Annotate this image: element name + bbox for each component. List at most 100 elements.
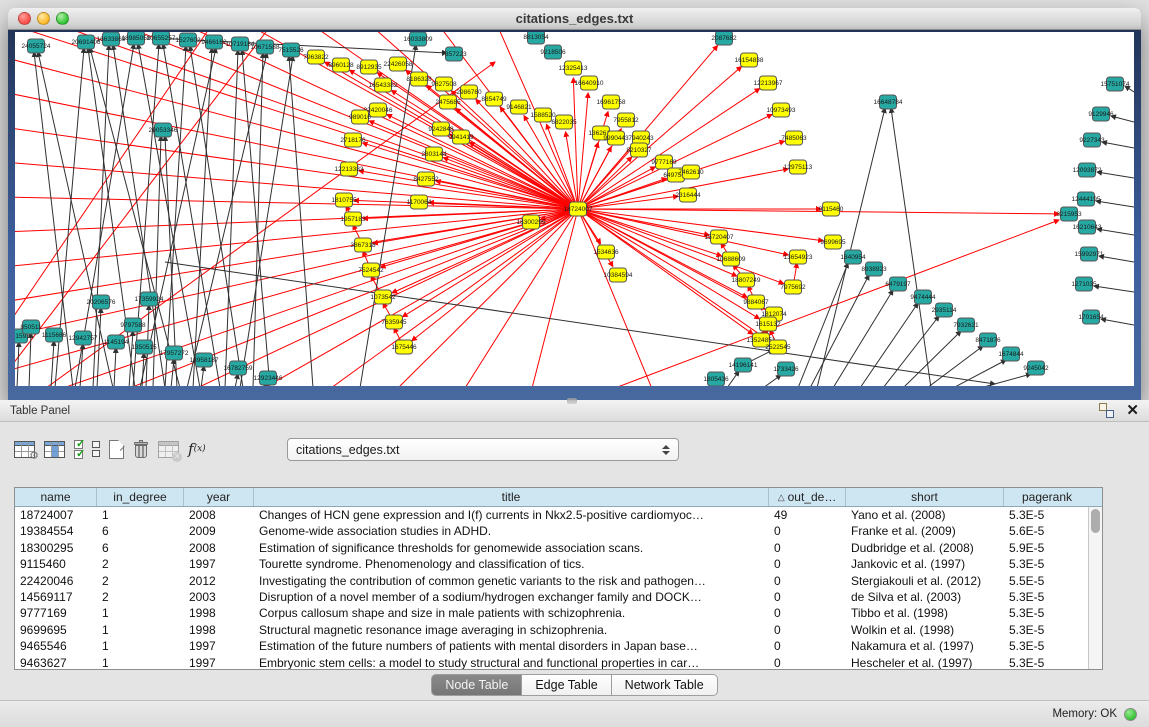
graph-node[interactable]: 9129946 [1088,107,1114,121]
graph-node[interactable]: 1840954 [840,250,866,264]
zoom-window-icon[interactable] [56,12,69,25]
graph-node[interactable]: 989016 [349,110,371,124]
column-header-year[interactable]: year [184,488,254,506]
graph-node[interactable]: 8813054 [523,32,549,44]
graph-node[interactable]: 1534636 [593,245,619,259]
graph-node[interactable]: 1527602 [175,33,201,47]
graph-node[interactable]: 15992971 [1075,247,1104,261]
graph-node[interactable]: 9218506 [540,45,566,59]
graph-node[interactable]: 6822035 [551,115,577,129]
minimize-window-icon[interactable] [37,12,50,25]
graph-node[interactable]: 2986760 [456,85,482,99]
graph-node[interactable]: 24055724 [22,39,51,53]
graph-node[interactable]: 7932621 [953,318,979,332]
unselect-all-columns-button[interactable] [92,441,100,457]
graph-node[interactable]: 2522545 [765,340,791,354]
column-header-short[interactable]: short [846,488,1004,506]
graph-node[interactable]: 8960128 [328,58,354,72]
network-canvas[interactable]: 2405572420691406166338691898505810655257… [15,32,1134,386]
graph-node[interactable]: 12942757 [69,331,98,345]
graph-node[interactable]: 1073542 [370,290,396,304]
graph-node[interactable]: 16210643 [1073,220,1102,234]
table-row[interactable]: 2242004622012Investigating the contribut… [15,573,1102,589]
graph-node[interactable]: 16033809 [404,32,433,46]
graph-node[interactable]: 8938923 [861,262,887,276]
graph-node[interactable]: 16154838 [735,53,764,67]
table-mode-button[interactable]: ⚙ [14,441,35,458]
graph-node[interactable]: 850511 [20,320,42,334]
graph-node[interactable]: 16961758 [597,95,626,109]
graph-node[interactable]: 2935114 [932,303,957,317]
table-row[interactable]: 1872400712008Changes of HCN gene express… [15,507,1102,523]
graph-node[interactable]: 8186328 [406,72,432,86]
graph-node[interactable]: 1733426 [773,362,799,376]
graph-node[interactable]: 13654923 [784,250,813,264]
graph-node[interactable]: 9941419 [448,130,474,144]
table-row[interactable]: 911546021997Tourette syndrome. Phenomeno… [15,556,1102,572]
graph-node[interactable]: 9699695 [820,235,846,249]
graph-node[interactable]: 12093872 [1073,163,1102,177]
select-all-columns-button[interactable] [74,440,83,459]
graph-node[interactable]: 7485063 [781,131,807,145]
graph-node[interactable]: 15751074 [1101,77,1130,91]
graph-node[interactable]: 16782759 [224,361,253,375]
graph-node[interactable]: 17957272 [160,346,189,360]
show-columns-button[interactable] [44,441,65,458]
graph-node[interactable]: 9227343 [1079,133,1105,147]
graph-node[interactable]: 10384594 [604,268,633,282]
close-panel-icon[interactable]: ✕ [1126,403,1139,418]
table-row[interactable]: 946554611997Estimation of the future num… [15,638,1102,654]
graph-node[interactable]: 1957183 [340,212,366,226]
column-header-pagerank[interactable]: pagerank [1004,488,1090,506]
table-row[interactable]: 977716911998Corpus callosum shape and si… [15,605,1102,621]
graph-node[interactable]: 8854749 [481,92,507,106]
graph-node[interactable]: 9884067 [743,295,769,309]
graph-node[interactable]: 12444195 [1072,192,1101,206]
tab-network-table[interactable]: Network Table [612,674,718,696]
graph-node[interactable]: 7857223 [441,47,467,61]
graph-node[interactable]: 7462610 [678,165,704,179]
graph-node[interactable]: 10671588 [251,40,280,54]
graph-node[interactable]: 3215953 [1056,207,1082,221]
table-row[interactable]: 1456911722003Disruption of a novel membe… [15,589,1102,605]
graph-node[interactable]: 9146821 [506,100,532,114]
graph-node[interactable]: 7955812 [613,113,639,127]
graph-node[interactable]: 2718176 [340,133,366,147]
graph-node[interactable]: 1115686 [42,328,67,342]
graph-node[interactable]: 9466162 [201,35,227,49]
graph-node[interactable]: 1350515 [131,340,157,354]
graph-node[interactable]: 2803144 [421,147,447,161]
column-header-in-degree[interactable]: in_degree [97,488,184,506]
graph-node[interactable]: 1674844 [998,347,1024,361]
graph-node[interactable]: 6479197 [885,277,911,291]
graph-node[interactable]: 2316444 [675,188,701,202]
function-builder-button[interactable]: f(x) [188,440,206,458]
delete-column-button[interactable] [133,440,149,459]
column-header-out-de-[interactable]: △out_de… [769,488,846,506]
graph-node[interactable]: 1701654 [1078,310,1104,324]
column-header-title[interactable]: title [254,488,769,506]
graph-node[interactable]: 9245042 [1023,361,1049,375]
graph-node[interactable]: 3867318 [350,238,376,252]
graph-node[interactable]: 2087682 [711,32,737,45]
graph-node[interactable]: 10655257 [147,32,176,45]
network-svg[interactable]: 2405572420691406166338691898505810655257… [15,32,1134,386]
graph-node[interactable]: 9115460 [819,202,844,216]
graph-node[interactable]: 12923446 [254,371,283,385]
graph-node[interactable]: 9777169 [651,155,677,169]
graph-node[interactable]: 9797588 [120,318,146,332]
table-row[interactable]: 1830029562008Estimation of significance … [15,540,1102,556]
graph-node[interactable]: 18807249 [732,273,761,287]
graph-node[interactable]: 9827508 [431,77,457,91]
graph-node[interactable]: 12975113 [784,160,813,174]
column-header-name[interactable]: name [15,488,97,506]
table-row[interactable]: 1938455462009Genome-wide association stu… [15,523,1102,539]
close-window-icon[interactable] [18,12,31,25]
graph-node[interactable]: 8471876 [975,333,1001,347]
graph-node[interactable]: 1271035 [1071,277,1097,291]
graph-node[interactable]: 16648784 [874,95,903,109]
graph-node[interactable]: 1805436 [703,372,729,386]
tab-node-table[interactable]: Node Table [431,674,522,696]
graph-node[interactable]: 16640910 [575,76,604,90]
float-panel-icon[interactable] [1099,403,1114,418]
